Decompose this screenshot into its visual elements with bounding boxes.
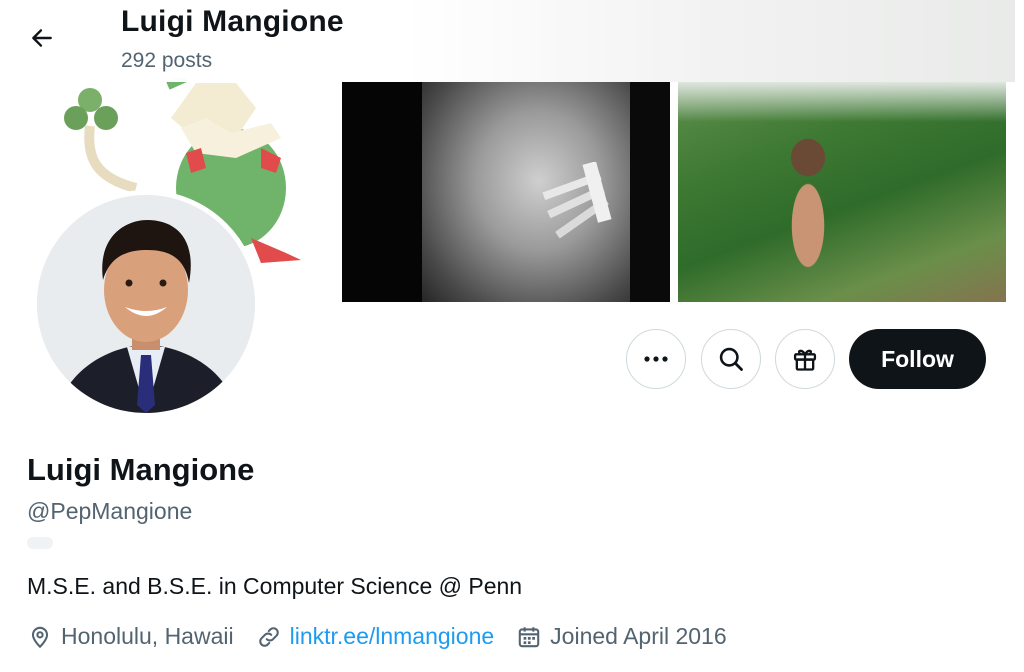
more-button[interactable]	[626, 329, 686, 389]
gift-icon	[793, 349, 817, 371]
profile-meta: Honolulu, Hawaii linktr.ee/lnmangione Jo…	[27, 623, 749, 650]
location-item: Honolulu, Hawaii	[27, 623, 234, 650]
banner-hike-image	[678, 82, 1006, 302]
location-pin-icon	[31, 626, 49, 648]
spine-screws	[542, 162, 612, 239]
more-dots-icon	[644, 356, 668, 362]
profile-handle: @PepMangione	[27, 498, 193, 524]
joined-item: Joined April 2016	[516, 623, 727, 650]
banner-xray-image	[342, 82, 670, 302]
joined-text: Joined April 2016	[550, 623, 727, 649]
website-link[interactable]: linktr.ee/lnmangione	[290, 623, 495, 650]
follow-button[interactable]: Follow	[849, 329, 986, 389]
calendar-icon	[518, 626, 540, 647]
header-post-count: 292 posts	[121, 49, 213, 72]
hiker-figure	[773, 132, 843, 302]
search-button[interactable]	[701, 329, 761, 389]
loading-placeholder	[27, 537, 53, 549]
avatar[interactable]	[32, 190, 260, 418]
arrow-left-icon	[32, 29, 52, 47]
profile-bio: M.S.E. and B.S.E. in Computer Science @ …	[27, 573, 523, 599]
avatar-portrait	[37, 195, 255, 413]
website-item: linktr.ee/lnmangione	[256, 623, 495, 650]
link-icon	[258, 626, 279, 647]
search-icon	[719, 347, 743, 371]
location-text: Honolulu, Hawaii	[61, 623, 234, 649]
gift-button[interactable]	[775, 329, 835, 389]
back-button[interactable]	[22, 18, 62, 58]
profile-name: Luigi Mangione	[27, 452, 255, 487]
header-title: Luigi Mangione	[121, 5, 344, 38]
